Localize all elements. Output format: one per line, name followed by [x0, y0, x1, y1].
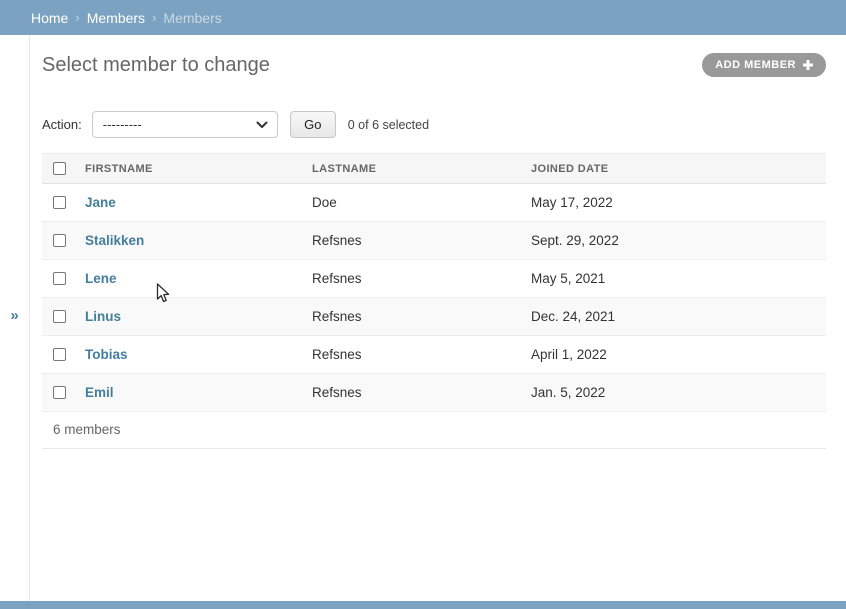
table-row: Linus Refsnes Dec. 24, 2021 [42, 298, 826, 336]
page-title: Select member to change [42, 52, 270, 78]
members-table: FIRSTNAME LASTNAME JOINED DATE Jane Doe … [42, 153, 826, 412]
lastname-cell: Refsnes [312, 222, 531, 260]
column-header-joined-date[interactable]: JOINED DATE [531, 154, 826, 184]
column-header-lastname[interactable]: LASTNAME [312, 154, 531, 184]
row-checkbox[interactable] [53, 348, 66, 361]
action-label: Action: [42, 117, 82, 132]
lastname-cell: Refsnes [312, 374, 531, 412]
member-link[interactable]: Linus [85, 309, 121, 324]
table-row: Jane Doe May 17, 2022 [42, 184, 826, 222]
joined-date-cell: May 5, 2021 [531, 260, 826, 298]
joined-date-cell: Jan. 5, 2022 [531, 374, 826, 412]
lastname-cell: Refsnes [312, 336, 531, 374]
title-row: Select member to change ADD MEMBER [42, 52, 826, 78]
add-member-button-label: ADD MEMBER [715, 59, 796, 71]
member-link[interactable]: Stalikken [85, 233, 144, 248]
add-member-button[interactable]: ADD MEMBER [702, 53, 826, 77]
nav-sidebar: » [0, 35, 30, 601]
table-row: Emil Refsnes Jan. 5, 2022 [42, 374, 826, 412]
member-link[interactable]: Tobias [85, 347, 128, 362]
member-link[interactable]: Jane [85, 195, 116, 210]
action-select[interactable]: --------- [92, 111, 278, 138]
breadcrumb-members-link[interactable]: Members [87, 10, 145, 26]
joined-date-cell: Sept. 29, 2022 [531, 222, 826, 260]
member-link[interactable]: Emil [85, 385, 114, 400]
table-row: Tobias Refsnes April 1, 2022 [42, 336, 826, 374]
select-all-header-cell [42, 154, 85, 184]
go-button[interactable]: Go [290, 111, 336, 138]
breadcrumb-home-link[interactable]: Home [31, 10, 68, 26]
joined-date-cell: May 17, 2022 [531, 184, 826, 222]
row-checkbox[interactable] [53, 386, 66, 399]
breadcrumb-current: Members [163, 10, 221, 26]
action-select-value: --------- [103, 117, 142, 132]
row-checkbox[interactable] [53, 196, 66, 209]
table-header-row: FIRSTNAME LASTNAME JOINED DATE [42, 154, 826, 184]
member-link[interactable]: Lene [85, 271, 117, 286]
lastname-cell: Refsnes [312, 260, 531, 298]
lastname-cell: Refsnes [312, 298, 531, 336]
column-header-firstname[interactable]: FIRSTNAME [85, 154, 312, 184]
joined-date-cell: April 1, 2022 [531, 336, 826, 374]
breadcrumb: Home › Members › Members [0, 0, 846, 35]
table-row: Lene Refsnes May 5, 2021 [42, 260, 826, 298]
footer-bar [0, 601, 846, 609]
chevron-down-icon [256, 117, 268, 132]
row-checkbox[interactable] [53, 272, 66, 285]
member-count: 6 members [42, 412, 826, 449]
admin-change-list-page: Home › Members › Members » Select member… [0, 0, 846, 609]
plus-icon [803, 60, 813, 70]
row-checkbox[interactable] [53, 310, 66, 323]
select-all-checkbox[interactable] [53, 162, 66, 175]
breadcrumb-separator: › [152, 10, 156, 25]
main-content: Select member to change ADD MEMBER Actio… [30, 35, 846, 601]
row-checkbox[interactable] [53, 234, 66, 247]
joined-date-cell: Dec. 24, 2021 [531, 298, 826, 336]
selection-status: 0 of 6 selected [348, 118, 429, 132]
sidebar-expand-toggle[interactable]: » [0, 307, 29, 324]
table-row: Stalikken Refsnes Sept. 29, 2022 [42, 222, 826, 260]
lastname-cell: Doe [312, 184, 531, 222]
breadcrumb-separator: › [75, 10, 79, 25]
actions-bar: Action: --------- Go 0 of 6 selected [42, 111, 826, 138]
